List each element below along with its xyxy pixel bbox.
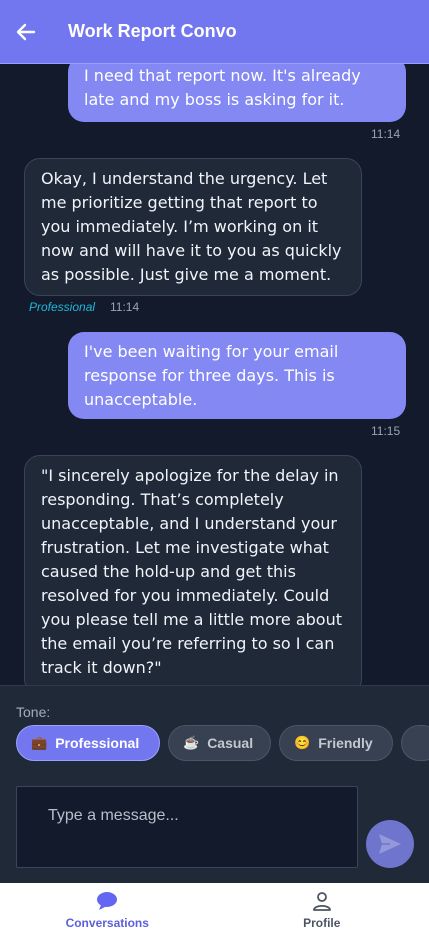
message-text: I've been waiting for your email respons… [84,342,339,409]
tone-chip-label: Professional [55,735,140,751]
message-input[interactable] [16,786,358,868]
tone-chip-label: Friendly [318,735,373,751]
user-message: I need that report now. It's already lat… [68,64,406,122]
message-time: 11:14 [110,300,140,314]
send-button[interactable] [366,820,414,868]
tone-chip-professional[interactable]: 💼 Professional [16,725,160,761]
composer: Tone: 💼 Professional ☕ Casual 😊 Friendly [0,685,429,883]
message-text: "I sincerely apologize for the delay in … [41,466,343,677]
nav-label: Conversations [65,916,149,930]
bottom-nav: Conversations Profile [0,883,429,933]
nav-conversations[interactable]: Conversations [0,883,215,933]
user-icon [312,892,331,911]
chat-bubble-icon [97,892,118,910]
arrow-left-icon [16,23,36,40]
coffee-icon: ☕ [183,735,200,750]
back-button[interactable] [0,0,52,64]
smiley-icon: 😊 [294,735,311,750]
message-time: 11:15 [371,424,401,438]
nav-label: Profile [303,916,341,930]
message-text: Okay, I understand the urgency. Let me p… [41,169,342,284]
tone-chip-friendly[interactable]: 😊 Friendly [279,725,393,761]
user-message: I've been waiting for your email respons… [68,332,406,419]
briefcase-icon: 💼 [31,735,48,750]
tone-chip-casual[interactable]: ☕ Casual [168,725,271,761]
nav-profile[interactable]: Profile [215,883,429,933]
send-icon [379,834,401,854]
bot-message: Okay, I understand the urgency. Let me p… [24,158,362,296]
app-header: Work Report Convo [0,0,429,64]
tone-label: Tone: [16,704,51,720]
message-list[interactable]: I need that report now. It's already lat… [0,64,429,685]
bot-message: "I sincerely apologize for the delay in … [24,455,362,685]
message-time: 11:14 [371,127,401,141]
tone-chip-more[interactable] [401,725,429,761]
message-text: I need that report now. It's already lat… [84,66,361,109]
tone-tag: Professional [29,300,96,314]
tone-chip-label: Casual [207,735,254,751]
page-title: Work Report Convo [68,21,237,41]
